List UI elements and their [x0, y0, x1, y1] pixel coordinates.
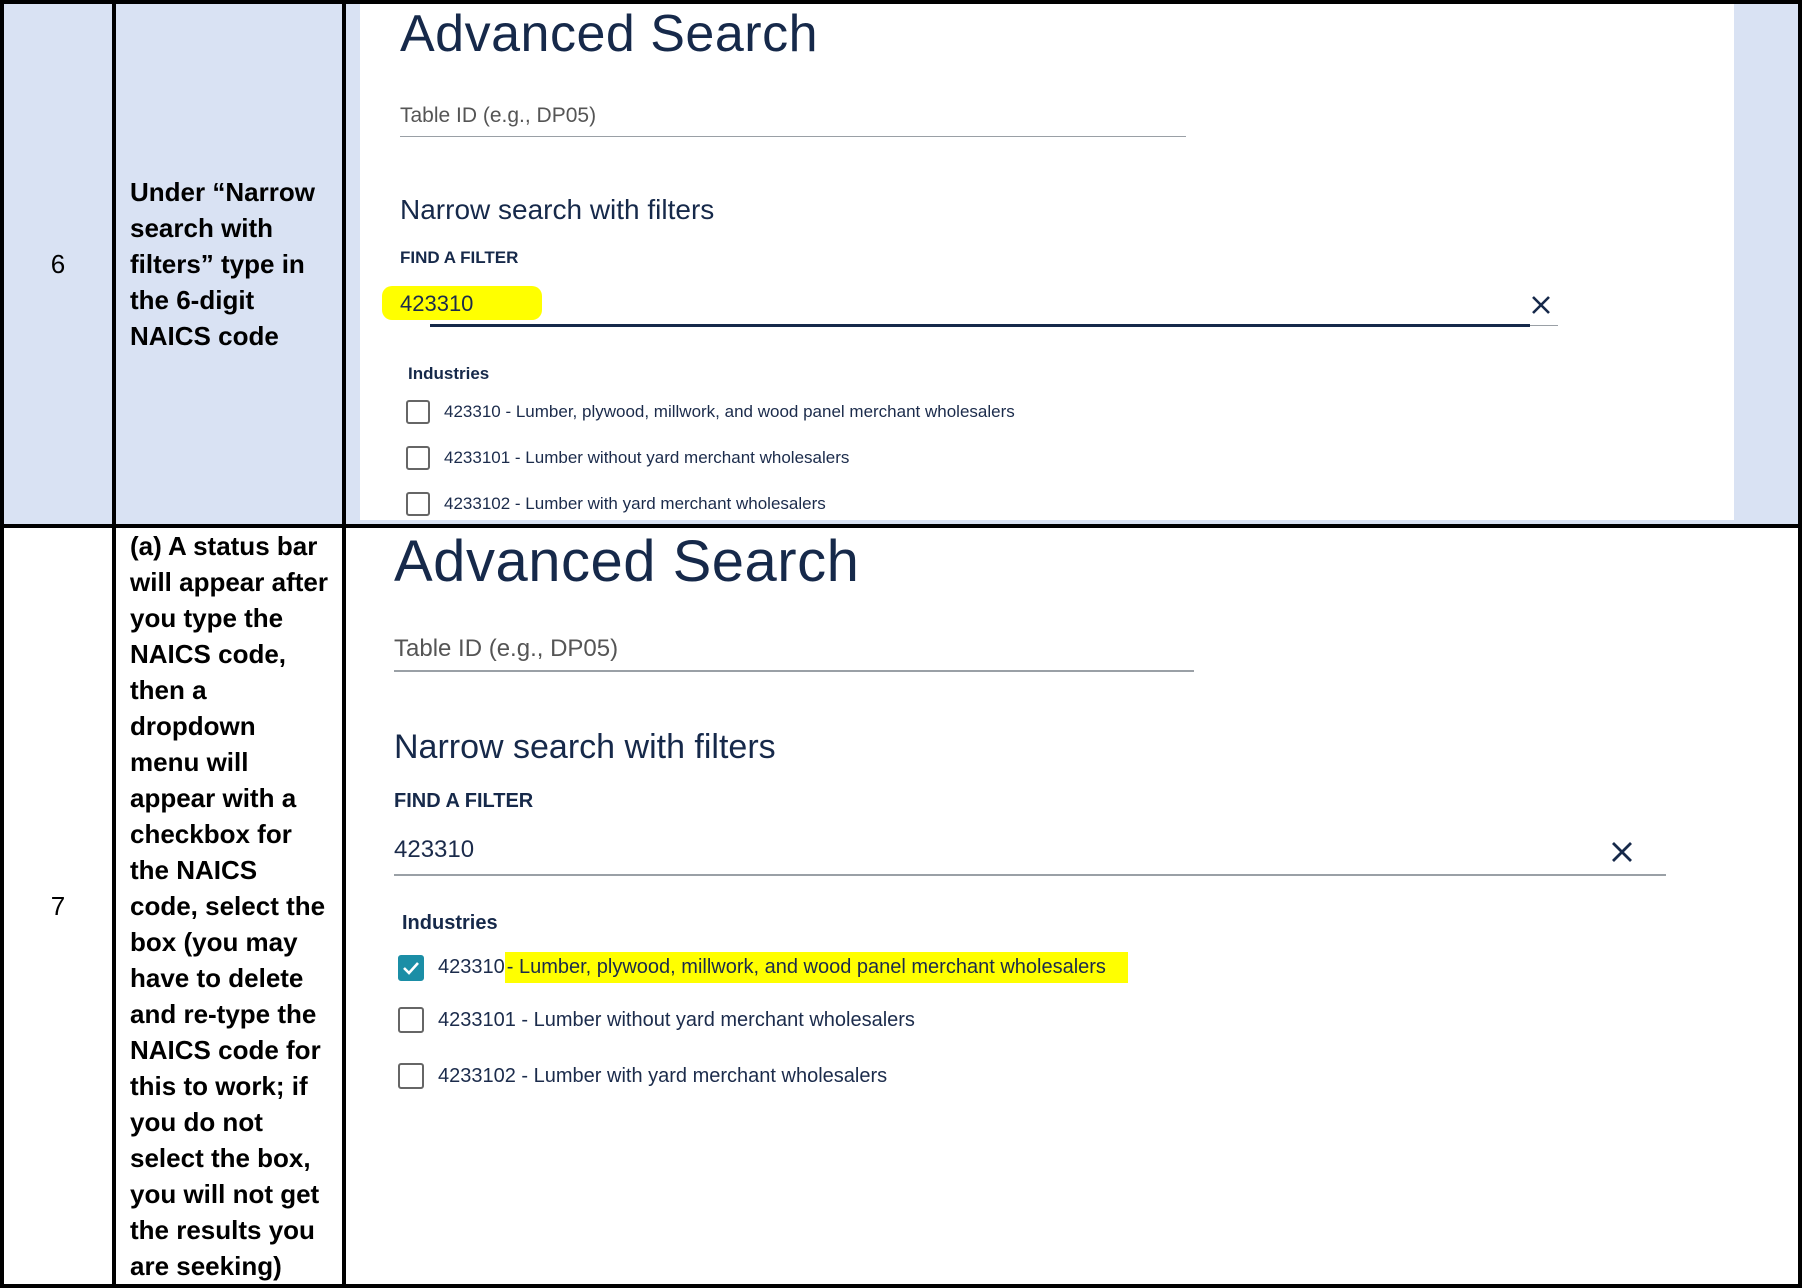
- industries-heading: Industries: [408, 364, 490, 383]
- option-label: 4233101 - Lumber without yard merchant w…: [444, 448, 850, 467]
- industry-option[interactable]: 4233101 - Lumber without yard merchant w…: [398, 1007, 915, 1033]
- narrow-search-heading: Narrow search with filters: [394, 728, 776, 766]
- table-id-field[interactable]: Table ID (e.g., DP05): [400, 104, 596, 128]
- option-checkbox-checked[interactable]: [398, 954, 424, 981]
- step-number: 6: [0, 0, 116, 528]
- option-checkbox[interactable]: [398, 1007, 424, 1033]
- filter-input-underline: [394, 874, 1666, 876]
- table-id-underline: [394, 670, 1194, 672]
- step-row-6: 6 Under “Narrow search with filters” typ…: [0, 0, 1802, 528]
- industry-option-selected[interactable]: 423310 - Lumber, plywood, millwork, and …: [398, 952, 1128, 983]
- filter-search-input[interactable]: [394, 834, 1494, 866]
- option-checkbox[interactable]: [406, 492, 430, 516]
- option-label: 423310 - Lumber, plywood, millwork, and …: [444, 402, 1015, 421]
- step-instruction: Under “Narrow search with filters” type …: [112, 0, 346, 528]
- option-label-highlighted: - Lumber, plywood, millwork, and wood pa…: [504, 952, 1128, 983]
- close-icon[interactable]: [1610, 840, 1634, 864]
- filter-input-underline: [1530, 325, 1558, 326]
- industry-option[interactable]: 423310 - Lumber, plywood, millwork, and …: [406, 400, 1015, 424]
- industries-heading: Industries: [402, 912, 498, 934]
- checkmark-icon: [403, 961, 419, 975]
- industry-option[interactable]: 4233102 - Lumber with yard merchant whol…: [406, 492, 826, 516]
- option-checkbox[interactable]: [406, 446, 430, 470]
- option-checkbox[interactable]: [406, 400, 430, 424]
- narrow-search-heading: Narrow search with filters: [400, 194, 715, 225]
- filter-search-input[interactable]: [400, 290, 1500, 318]
- industry-option[interactable]: 4233101 - Lumber without yard merchant w…: [406, 446, 849, 470]
- filter-input-underline-active: [430, 324, 1530, 327]
- instruction-table: 6 Under “Narrow search with filters” typ…: [0, 0, 1802, 1288]
- table-id-underline: [400, 136, 1186, 137]
- option-code: 423310: [438, 956, 505, 978]
- page-title: Advanced Search: [394, 529, 860, 594]
- advanced-search-panel: Advanced Search Table ID (e.g., DP05) Na…: [360, 5, 1734, 520]
- option-label: 4233102 - Lumber with yard merchant whol…: [438, 1064, 888, 1087]
- table-id-field[interactable]: Table ID (e.g., DP05): [394, 635, 618, 663]
- find-filter-label: FIND A FILTER: [394, 790, 534, 812]
- page-title: Advanced Search: [400, 5, 818, 63]
- find-filter-label: FIND A FILTER: [400, 248, 519, 267]
- step-screenshot-cell: Advanced Search Table ID (e.g., DP05) Na…: [342, 524, 1802, 1288]
- step-number: 7: [0, 524, 116, 1288]
- step-row-7: 7 (a) A status bar will appear after you…: [0, 524, 1802, 1288]
- advanced-search-panel: Advanced Search Table ID (e.g., DP05) Na…: [348, 529, 1796, 1277]
- step-screenshot-cell: Advanced Search Table ID (e.g., DP05) Na…: [342, 0, 1802, 528]
- option-label: 4233102 - Lumber with yard merchant whol…: [444, 494, 826, 513]
- step-instruction: (a) A status bar will appear after you t…: [112, 524, 346, 1288]
- close-icon[interactable]: [1530, 294, 1552, 316]
- industry-option[interactable]: 4233102 - Lumber with yard merchant whol…: [398, 1063, 887, 1089]
- option-label: 4233101 - Lumber without yard merchant w…: [438, 1008, 915, 1031]
- option-checkbox[interactable]: [398, 1063, 424, 1089]
